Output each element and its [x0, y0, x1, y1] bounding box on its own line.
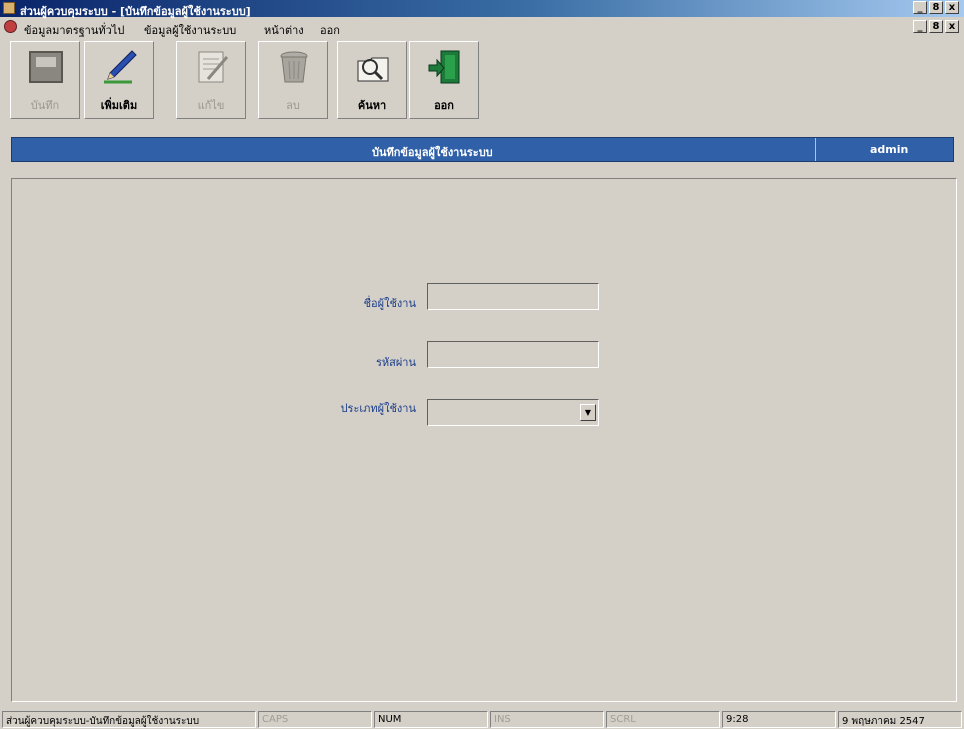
header-divider	[815, 138, 816, 161]
status-ins: INS	[490, 711, 604, 728]
search-folder-icon	[357, 57, 389, 82]
delete-button[interactable]: ลบ	[258, 41, 328, 119]
usertype-select[interactable]: ▼	[427, 399, 599, 426]
status-caps: CAPS	[258, 711, 372, 728]
chevron-down-icon[interactable]: ▼	[580, 404, 596, 421]
add-button[interactable]: เพิ่มเติม	[84, 41, 154, 119]
window-controls: _ 8 x	[913, 1, 959, 14]
save-button[interactable]: บันทึก	[10, 41, 80, 119]
status-num: NUM	[374, 711, 488, 728]
menu-item-standard-data[interactable]: ข้อมูลมาตรฐานทั่วไป	[24, 21, 124, 39]
menu-bar: ข้อมูลมาตรฐานทั่วไป ข้อมูลผู้ใช้งานระบบ …	[0, 17, 964, 37]
status-text: ส่วนผู้ควบคุมระบบ-บันทึกข้อมูลผู้ใช้งานร…	[2, 711, 256, 728]
form-panel: ชื่อผู้ใช้งาน รหัสผ่าน ประเภทผู้ใช้งาน ▼	[11, 178, 957, 702]
maximize-button[interactable]: 8	[929, 1, 943, 14]
exit-door-icon	[428, 50, 460, 84]
edit-icon	[198, 51, 229, 83]
status-time: 9:28	[722, 711, 836, 728]
password-label: รหัสผ่าน	[375, 356, 416, 369]
form-title: บันทึกข้อมูลผู้ใช้งานระบบ	[372, 146, 493, 159]
form-header-bar: บันทึกข้อมูลผู้ใช้งานระบบ admin	[11, 137, 954, 162]
status-scrl: SCRL	[606, 711, 720, 728]
add-pen-icon	[104, 50, 137, 84]
menu-item-exit[interactable]: ออก	[320, 21, 340, 39]
mdi-restore-button[interactable]: 8	[929, 20, 943, 33]
window-title-bar[interactable]: ส่วนผู้ควบคุมระบบ - [บันทึกข้อมูลผู้ใช้ง…	[0, 0, 964, 18]
exit-button[interactable]: ออก	[409, 41, 479, 119]
app-icon	[3, 2, 15, 14]
save-icon	[29, 51, 63, 83]
toolbar: บันทึก เพิ่มเติม แก้ไข ลบ ค้นหา ออก	[10, 41, 954, 125]
username-input[interactable]	[427, 283, 599, 310]
mdi-close-button[interactable]: x	[945, 20, 959, 33]
mdi-controls: _ 8 x	[913, 20, 959, 33]
status-date: 9 พฤษภาคม 2547	[838, 711, 962, 728]
close-button[interactable]: x	[945, 1, 959, 14]
minimize-button[interactable]: _	[913, 1, 927, 14]
mdi-minimize-button[interactable]: _	[913, 20, 927, 33]
status-bar: ส่วนผู้ควบคุมระบบ-บันทึกข้อมูลผู้ใช้งานร…	[0, 709, 964, 729]
menu-item-user-data[interactable]: ข้อมูลผู้ใช้งานระบบ	[144, 21, 236, 39]
search-button[interactable]: ค้นหา	[337, 41, 407, 119]
password-input[interactable]	[427, 341, 599, 368]
trash-icon	[280, 51, 308, 83]
edit-button[interactable]: แก้ไข	[176, 41, 246, 119]
usertype-label: ประเภทผู้ใช้งาน	[340, 402, 416, 415]
username-label: ชื่อผู้ใช้งาน	[363, 297, 416, 310]
menu-item-window[interactable]: หน้าต่าง	[264, 21, 304, 39]
current-user: admin	[870, 143, 909, 156]
document-icon	[4, 20, 17, 33]
